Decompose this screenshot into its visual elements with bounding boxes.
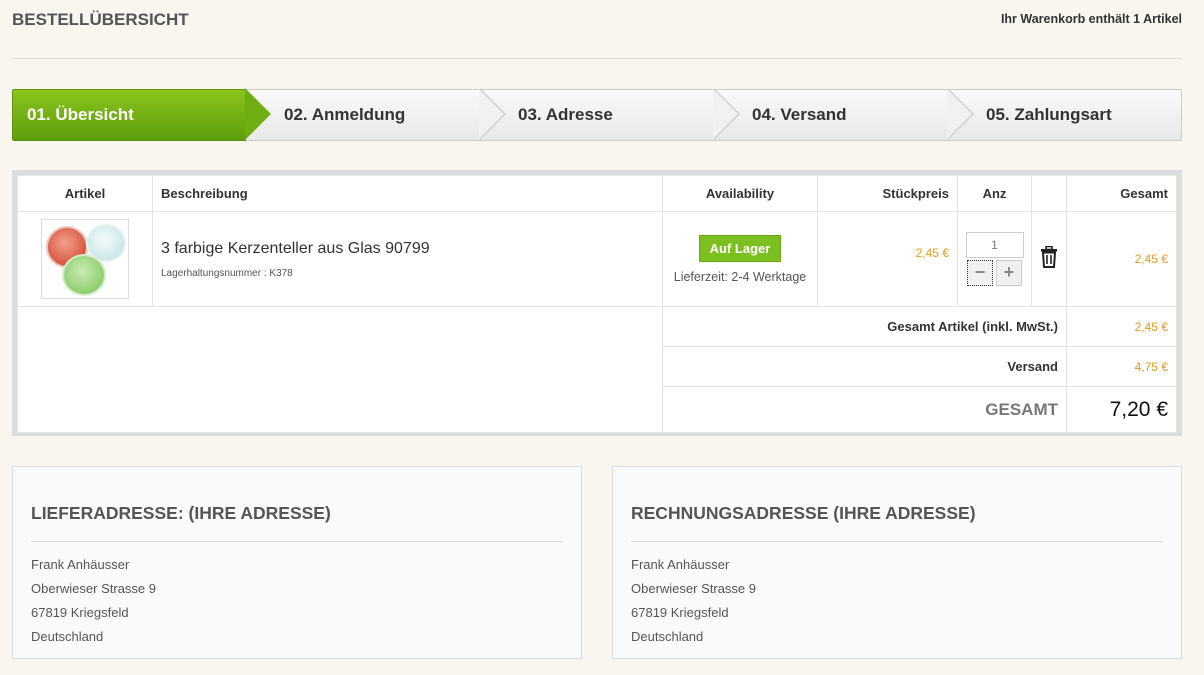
line-total: 2,45 €: [1066, 211, 1177, 307]
subtotal-row: Gesamt Artikel (inkl. MwSt.) 2,45 €: [17, 306, 1177, 433]
step-login[interactable]: 02. Anmeldung: [246, 89, 480, 141]
address-country: Deutschland: [31, 629, 104, 644]
shipping-address-box: LIEFERADRESSE: (IHRE ADRESSE) Frank Anhä…: [12, 466, 582, 659]
divider: [12, 58, 1182, 59]
billing-address-title: RECHNUNGSADRESSE (IHRE ADRESSE): [631, 503, 1163, 542]
step-overview[interactable]: 01. Übersicht: [12, 89, 246, 141]
col-availability: Availability: [662, 175, 818, 212]
col-quantity: Anz: [957, 175, 1032, 212]
step-arrow: [713, 89, 738, 139]
address-name: Frank Anhäusser: [631, 557, 730, 572]
checkout-steps: 01. Übersicht 02. Anmeldung 03. Adresse …: [12, 88, 1182, 141]
address-country: Deutschland: [631, 629, 704, 644]
step-payment[interactable]: 05. Zahlungsart: [948, 89, 1182, 141]
cart-table: Artikel Beschreibung Availability Stückp…: [17, 175, 1177, 433]
product-description-cell: 3 farbige Kerzenteller aus Glas 90799 La…: [152, 211, 663, 307]
minus-icon[interactable]: −: [967, 260, 993, 286]
billing-address-box: RECHNUNGSADRESSE (IHRE ADRESSE) Frank An…: [612, 466, 1182, 659]
table-row: 3 farbige Kerzenteller aus Glas 90799 La…: [17, 211, 1177, 307]
shipping-address-title: LIEFERADRESSE: (IHRE ADRESSE): [31, 503, 563, 542]
col-total: Gesamt: [1066, 175, 1177, 212]
subtotal-value: 2,45 €: [1066, 306, 1177, 347]
shipping-label: Versand: [662, 346, 1067, 387]
product-sku: Lagerhaltungsnummer : K378: [161, 267, 293, 279]
page-title: BESTELLÜBERSICHT: [12, 10, 189, 29]
step-shipping[interactable]: 04. Versand: [714, 89, 948, 141]
step-label: 01. Übersicht: [27, 105, 134, 124]
cart-table-wrapper: Artikel Beschreibung Availability Stückp…: [12, 170, 1182, 436]
plus-icon[interactable]: +: [996, 260, 1022, 286]
trash-icon[interactable]: [1040, 245, 1058, 268]
address-city: 67819 Kriegsfeld: [31, 605, 129, 620]
shipping-value: 4,75 €: [1066, 346, 1177, 387]
grand-total-value: 7,20 €: [1066, 386, 1177, 433]
quantity-input[interactable]: 1: [965, 232, 1024, 258]
stock-badge: Auf Lager: [698, 234, 782, 262]
col-article: Artikel: [17, 175, 153, 212]
delete-cell: [1031, 211, 1067, 307]
address-street: Oberwieser Strasse 9: [31, 581, 156, 596]
grand-total-label: GESAMT: [662, 386, 1067, 433]
col-description: Beschreibung: [152, 175, 663, 212]
quantity-cell: 1 − +: [957, 211, 1032, 307]
product-name[interactable]: 3 farbige Kerzenteller aus Glas 90799: [153, 240, 662, 258]
step-arrow: [479, 89, 504, 139]
availability-cell: Auf Lager Lieferzeit: 2-4 Werktage: [662, 211, 818, 307]
address-name: Frank Anhäusser: [31, 557, 130, 572]
step-arrow: [947, 89, 972, 139]
step-address[interactable]: 03. Adresse: [480, 89, 714, 141]
unit-price: 2,45 €: [817, 211, 958, 307]
empty-cell: [17, 306, 663, 433]
address-street: Oberwieser Strasse 9: [631, 581, 756, 596]
delivery-time: Lieferzeit: 2-4 Werktage: [673, 269, 807, 284]
product-image-cell: [17, 211, 153, 307]
product-image[interactable]: [41, 219, 129, 299]
address-city: 67819 Kriegsfeld: [631, 605, 729, 620]
subtotal-label: Gesamt Artikel (inkl. MwSt.): [662, 306, 1067, 347]
col-delete: [1031, 175, 1067, 212]
col-unit-price: Stückpreis: [817, 175, 958, 212]
step-arrow: [245, 88, 271, 140]
table-header-row: Artikel Beschreibung Availability Stückp…: [17, 175, 1177, 212]
cart-count: Ihr Warenkorb enthält 1 Artikel: [1000, 12, 1182, 26]
